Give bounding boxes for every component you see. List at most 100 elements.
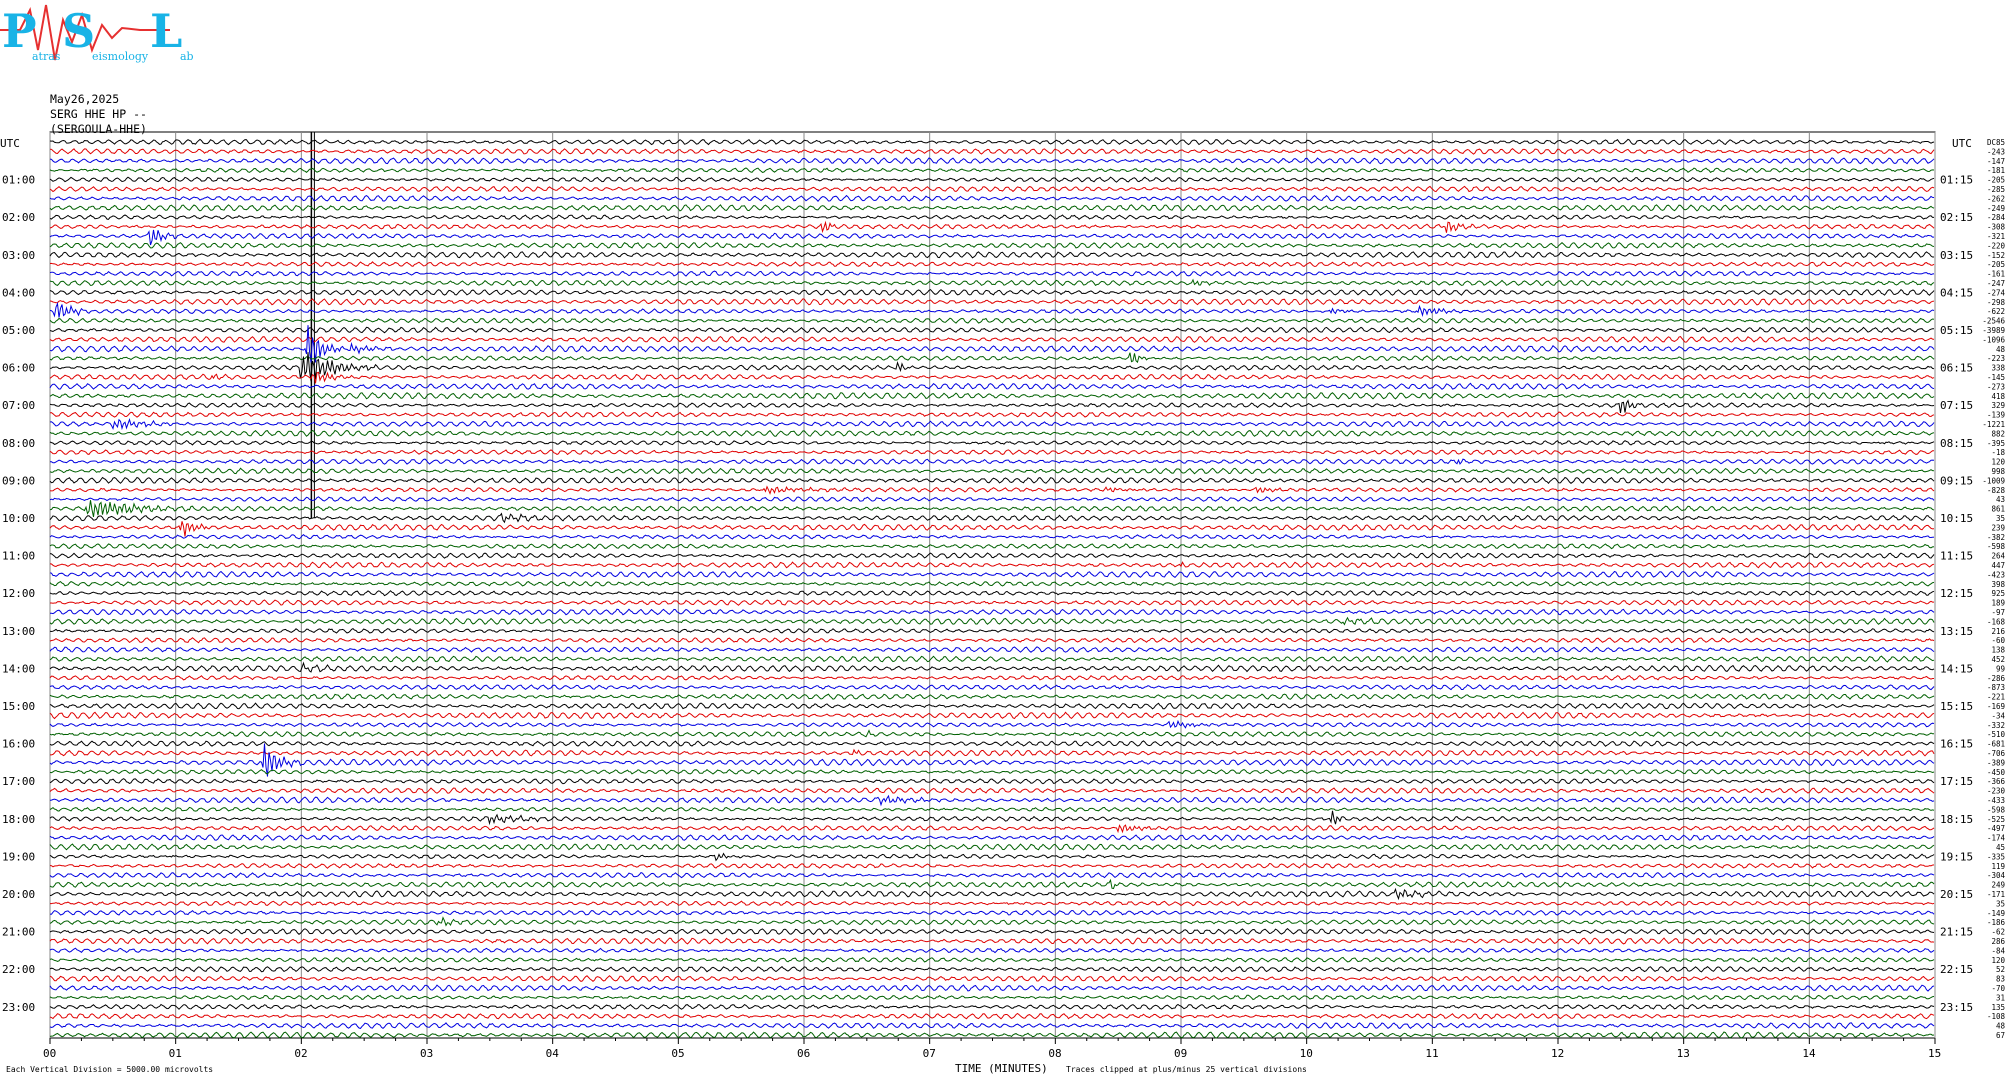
dc-offset-label: -18	[1991, 448, 2005, 457]
dc-offset-label: 135	[1991, 1003, 2005, 1012]
seismic-trace	[49, 326, 1934, 334]
seismic-trace	[49, 928, 1935, 936]
dc-offset-label: -70	[1991, 984, 2005, 993]
seismic-trace	[49, 261, 1935, 268]
seismic-trace	[49, 552, 1935, 559]
seismic-trace	[49, 411, 1935, 418]
x-tick-label: 04	[546, 1047, 560, 1060]
x-axis-title: TIME (MINUTES)	[955, 1062, 1048, 1075]
dc-offset-label: -1096	[1982, 335, 2005, 344]
dc-offset-label: -205	[1987, 260, 2005, 269]
left-hour-label: 17:00	[2, 775, 35, 788]
dc-offset-label: 338	[1991, 364, 2005, 373]
dc-offset-label: -525	[1987, 815, 2005, 824]
dc-offset-label: 83	[1996, 975, 2005, 984]
left-hour-label: 05:00	[2, 324, 35, 337]
seismic-trace	[49, 485, 1935, 495]
seismic-trace	[49, 301, 1935, 318]
seismic-trace	[49, 1012, 1935, 1020]
seismic-trace	[49, 352, 1935, 364]
seismic-trace	[50, 900, 1935, 907]
seismic-trace	[49, 500, 1935, 518]
dc-offset-label: -433	[1987, 796, 2005, 805]
right-hour-label: 06:15	[1940, 362, 1973, 375]
seismic-trace	[49, 843, 1935, 851]
dc-offset-label: -262	[1987, 194, 2005, 203]
clip-note: Traces clipped at plus/minus 25 vertical…	[1066, 1065, 1307, 1074]
right-hour-label: 04:15	[1940, 286, 1973, 299]
dc-offset-label: 45	[1996, 843, 2005, 852]
seismic-trace	[49, 806, 1935, 813]
dc-offset-label: 264	[1991, 552, 2005, 561]
left-hour-label: 22:00	[2, 963, 35, 976]
left-hour-label: 01:00	[2, 174, 35, 187]
axis-labels: 00 01 02 03 04 05 06 07 08 09 10 11 12 13 14 15 01:00 02:…	[2, 138, 2005, 1060]
dc-offset-label: -84	[1991, 946, 2005, 955]
x-tick-label: 05	[671, 1047, 684, 1060]
dc-offset-label: -34	[1991, 711, 2005, 720]
seismic-trace	[49, 439, 1935, 446]
seismic-trace	[49, 580, 1935, 587]
seismic-trace	[49, 278, 1935, 287]
right-hour-label: 17:15	[1940, 775, 1973, 788]
right-hour-label: 20:15	[1940, 888, 1973, 901]
seismic-trace	[49, 204, 1935, 212]
seismic-trace	[49, 194, 1935, 202]
seismic-trace	[49, 391, 1935, 400]
seismic-trace	[49, 512, 1935, 524]
seismic-trace	[49, 984, 1935, 992]
left-hour-label: 12:00	[2, 587, 35, 600]
seismic-trace	[49, 399, 1935, 413]
seismic-trace	[49, 878, 1935, 890]
dc-offset-label: 119	[1991, 862, 2005, 871]
dc-offset-label: 329	[1991, 401, 2005, 410]
right-hour-label: 14:15	[1940, 662, 1973, 675]
dc-offset-label: -273	[1987, 382, 2005, 391]
seismic-trace	[49, 794, 1935, 807]
seismic-trace	[49, 335, 1935, 343]
seismic-trace	[49, 138, 1935, 146]
seismic-trace	[49, 834, 1935, 841]
dc-offset-label: 67	[1996, 1031, 2005, 1040]
seismic-trace	[49, 214, 1934, 220]
dc-offset-label: 216	[1991, 627, 2005, 636]
dc-offset-label: -395	[1987, 439, 2005, 448]
x-tick-label: 10	[1300, 1047, 1313, 1060]
x-tick-label: 14	[1802, 1047, 1816, 1060]
x-tick-label: 06	[797, 1047, 810, 1060]
dc-offset-label: 138	[1991, 646, 2005, 655]
seismic-trace	[49, 674, 1934, 681]
right-hour-label: 21:15	[1940, 926, 1973, 939]
seismic-trace	[49, 298, 1935, 306]
x-tick-label: 01	[169, 1047, 182, 1060]
seismic-trace	[50, 608, 1935, 616]
seismic-trace	[49, 157, 1935, 165]
dc-offset-label: 31	[1996, 993, 2005, 1002]
plot-grid	[49, 131, 1936, 1044]
dc-offset-label: -332	[1987, 721, 2005, 730]
dc-offset-label: -286	[1987, 674, 2006, 683]
seismic-trace	[49, 887, 1935, 901]
left-hour-label: 11:00	[2, 550, 35, 563]
seismic-trace	[49, 947, 1935, 954]
x-tick-label: 13	[1677, 1047, 1690, 1060]
right-hour-label: 03:15	[1940, 249, 1973, 262]
seismic-trace	[49, 533, 1935, 540]
seismic-trace	[49, 909, 1935, 916]
seismic-trace	[49, 429, 1935, 438]
dc-offset-label: -304	[1987, 871, 2006, 880]
dc-offset-label: -181	[1987, 166, 2005, 175]
seismic-trace	[49, 872, 1935, 879]
seismic-trace	[49, 417, 1935, 431]
right-hour-label: 16:15	[1940, 738, 1973, 751]
seismic-trace	[49, 956, 1935, 963]
dc-offset-label: -828	[1987, 486, 2006, 495]
dc-offset-label: -249	[1987, 204, 2005, 213]
dc-offset-label: -223	[1987, 354, 2005, 363]
dc-offset-label: -1221	[1982, 420, 2005, 429]
right-hour-label: 08:15	[1940, 437, 1973, 450]
right-hour-label: 11:15	[1940, 550, 1973, 563]
dc-offset-label: -174	[1987, 834, 2006, 843]
x-tick-label: 03	[420, 1047, 433, 1060]
seismic-trace	[49, 167, 1935, 174]
